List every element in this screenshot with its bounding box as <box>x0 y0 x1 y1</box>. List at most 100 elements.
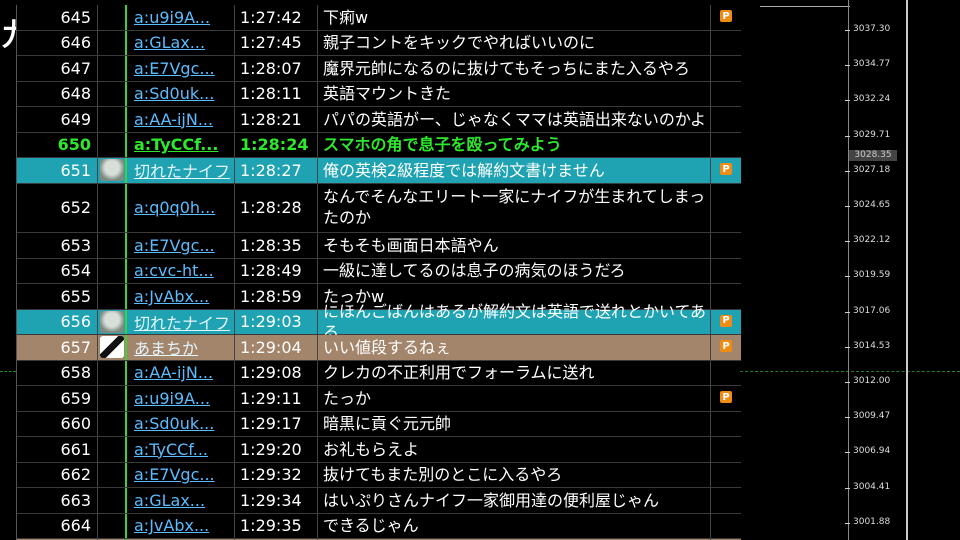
comment-time: 1:29:20 <box>236 437 318 462</box>
premium-cell <box>712 412 740 437</box>
comment-row[interactable]: 659 a:u9i9A... 1:29:11 たっか P <box>17 386 741 412</box>
comment-number: 657 <box>17 335 98 360</box>
user-id-link[interactable]: a:Sd0uk... <box>134 414 214 433</box>
user-id-link[interactable]: a:u9i9A... <box>134 8 210 27</box>
comment-row[interactable]: 653 a:E7Vgc... 1:28:35 そもそも画面日本語やん <box>17 233 741 259</box>
comment-row[interactable]: 647 a:E7Vgc... 1:28:07 魔界元帥になるのに抜けてもそっちにまた入… <box>17 56 741 82</box>
comment-row[interactable]: 645 a:u9i9A... 1:27:42 下痢w P <box>17 5 741 31</box>
avatar-cell <box>99 360 127 385</box>
avatar-cell <box>99 488 127 513</box>
user-id-cell: a:u9i9A... <box>129 5 235 30</box>
price-tick-label: 3009.47 <box>853 411 891 422</box>
premium-cell <box>712 463 740 488</box>
comment-time: 1:28:11 <box>236 81 318 106</box>
avatar-cell <box>99 183 127 232</box>
comment-number: 661 <box>17 437 98 462</box>
avatar-cell <box>99 335 127 360</box>
user-id-link[interactable]: a:TyCCf... <box>134 135 218 154</box>
comment-row[interactable]: 648 a:Sd0uk... 1:28:11 英語マウントきた <box>17 81 741 107</box>
comment-time: 1:27:45 <box>236 30 318 55</box>
user-id-link[interactable]: a:E7Vgc... <box>134 236 215 255</box>
price-tick <box>845 276 850 278</box>
user-id-link[interactable]: a:AA-ijN... <box>134 363 213 382</box>
premium-badge-icon: P <box>720 10 732 22</box>
user-id-link[interactable]: a:q0q0h... <box>134 198 215 217</box>
comment-row[interactable]: 658 a:AA-ijN... 1:29:08 クレカの不正利用でフォーラムに送れ <box>17 360 741 386</box>
comment-message: 英語マウントきた <box>319 81 711 106</box>
user-id-link[interactable]: a:E7Vgc... <box>134 465 215 484</box>
price-tick <box>845 346 850 348</box>
price-tick-label: 3014.53 <box>853 340 891 351</box>
premium-cell <box>712 107 740 132</box>
price-tick <box>845 487 850 489</box>
price-tick-label: 3001.88 <box>853 516 891 527</box>
user-id-link[interactable]: 切れたナイフ <box>134 310 230 334</box>
comment-row[interactable]: 664 a:JvAbx... 1:29:35 できるじゃん <box>17 513 741 539</box>
user-id-link[interactable]: a:TyCCf... <box>134 440 208 459</box>
price-tick-label: 3027.18 <box>853 164 891 175</box>
comment-message: 親子コントをキックでやればいいのに <box>319 30 711 55</box>
comment-message: 魔界元帥になるのに抜けてもそっちにまた入るやろ <box>319 56 711 81</box>
comment-row[interactable]: 649 a:AA-ijN... 1:28:21 パパの英語がー、じゃなくママは英語出来… <box>17 107 741 133</box>
comment-row[interactable]: 654 a:cvc-ht... 1:28:49 一級に達してるのは息子の病気のほうだろ <box>17 258 741 284</box>
price-tick-label: 3017.06 <box>853 305 891 316</box>
comment-time: 1:27:42 <box>236 5 318 30</box>
user-id-cell: a:AA-ijN... <box>129 107 235 132</box>
comment-number: 655 <box>17 284 98 309</box>
comment-number: 663 <box>17 488 98 513</box>
comment-row[interactable]: 650 a:TyCCf... 1:28:24 スマホの角で息子を殴ってみよう <box>17 132 741 158</box>
comment-row[interactable]: 663 a:GLax... 1:29:34 はいぷりさんナイフ一家御用達の便利屋じゃん <box>17 488 741 514</box>
price-tick-label: 3034.77 <box>853 59 891 70</box>
user-id-link[interactable]: a:JvAbx... <box>134 516 209 535</box>
avatar-cell <box>99 56 127 81</box>
comment-row[interactable]: 660 a:Sd0uk... 1:29:17 暗黒に貢ぐ元元帥 <box>17 411 741 437</box>
comment-message: パパの英語がー、じゃなくママは英語出来ないのかよ <box>319 107 711 132</box>
user-id-link[interactable]: a:JvAbx... <box>134 287 209 306</box>
user-id-link[interactable]: a:cvc-ht... <box>134 261 214 280</box>
comment-time: 1:29:11 <box>236 386 318 411</box>
comment-message: たっか <box>319 386 711 411</box>
premium-badge-icon: P <box>720 314 732 327</box>
comment-number: 648 <box>17 81 98 106</box>
price-tick <box>845 65 850 67</box>
premium-cell <box>712 133 740 158</box>
comment-row[interactable]: 657 あまちか 1:29:04 いい値段するねぇ P <box>17 335 741 361</box>
premium-cell <box>712 233 740 258</box>
price-tick-label: 3022.12 <box>853 235 891 246</box>
avatar <box>100 159 124 182</box>
user-id-link[interactable]: a:GLax... <box>134 33 205 52</box>
user-id-link[interactable]: a:E7Vgc... <box>134 59 215 78</box>
comment-list[interactable]: 645 a:u9i9A... 1:27:42 下痢w P 646 a:GLax... 1:27… <box>16 5 741 540</box>
comment-row[interactable]: 652 a:q0q0h... 1:28:28 なんでそんなエリート一家にナイフが生まれ… <box>17 183 741 233</box>
premium-badge-icon: P <box>720 340 732 352</box>
comment-number: 653 <box>17 233 98 258</box>
premium-cell <box>712 361 740 386</box>
price-tick-label: 3032.24 <box>853 94 891 105</box>
comment-row[interactable]: 656 切れたナイフ 1:29:03 にほんごばんはあるが解約文は英語で送れとかいてあ… <box>17 302 741 342</box>
avatar <box>100 336 124 359</box>
price-tick <box>845 170 850 172</box>
comment-message: いい値段するねぇ <box>319 335 711 360</box>
user-id-link[interactable]: a:GLax... <box>134 491 205 510</box>
user-id-cell: a:GLax... <box>129 30 235 55</box>
premium-cell <box>712 184 740 233</box>
avatar-cell <box>99 107 127 132</box>
user-id-cell: a:q0q0h... <box>129 183 235 232</box>
comment-row[interactable]: 646 a:GLax... 1:27:45 親子コントをキックでやればいいのに <box>17 30 741 56</box>
user-id-cell: a:TyCCf... <box>129 437 235 462</box>
comment-number: 654 <box>17 258 98 283</box>
chart-right-border <box>906 0 908 540</box>
user-id-link[interactable]: 切れたナイフ <box>134 158 230 182</box>
comment-row[interactable]: 661 a:TyCCf... 1:29:20 お礼もらえよ <box>17 437 741 463</box>
user-id-link[interactable]: あまちか <box>134 335 198 359</box>
premium-cell <box>712 259 740 284</box>
comment-row[interactable]: 651 切れたナイフ 1:28:27 俺の英検2級程度では解約文書けません P <box>17 158 741 184</box>
user-id-link[interactable]: a:u9i9A... <box>134 389 210 408</box>
user-id-link[interactable]: a:AA-ijN... <box>134 110 213 129</box>
price-tick <box>845 206 850 207</box>
comment-message: クレカの不正利用でフォーラムに送れ <box>319 360 711 385</box>
comment-time: 1:29:08 <box>236 360 318 385</box>
comment-row[interactable]: 662 a:E7Vgc... 1:29:32 抜けてもまた別のとこに入るやろ <box>17 462 741 488</box>
avatar-cell <box>99 411 127 436</box>
user-id-link[interactable]: a:Sd0uk... <box>134 84 214 103</box>
